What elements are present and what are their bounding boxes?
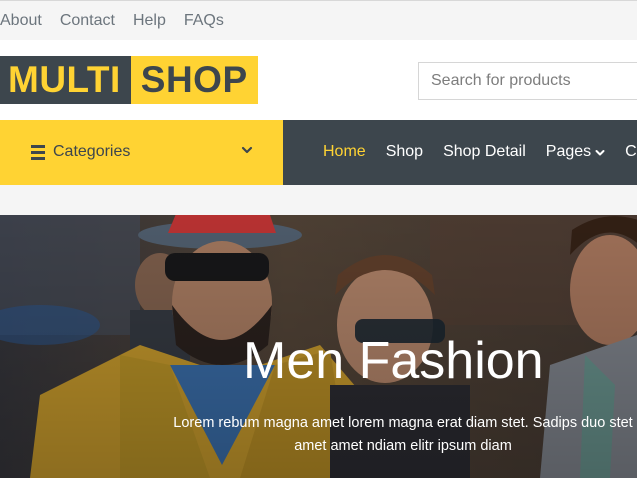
- logo-text-multi: MULTI: [0, 56, 131, 104]
- nav-home[interactable]: Home: [323, 142, 366, 162]
- menu-bars-icon: [31, 145, 45, 160]
- chevron-down-icon: [595, 149, 605, 155]
- nav-shop-detail-label: Shop Detail: [443, 143, 526, 160]
- page: About Contact Help FAQs MULTI SHOP Categ…: [0, 0, 637, 478]
- nav-pages-dropdown[interactable]: Pages: [546, 142, 605, 162]
- categories-button[interactable]: Categories: [0, 120, 283, 185]
- nav-home-label: Home: [323, 143, 366, 160]
- hero-carousel-slide[interactable]: Men Fashion Lorem rebum magna amet lorem…: [0, 215, 637, 478]
- search-input[interactable]: [418, 62, 637, 100]
- nav-shop[interactable]: Shop: [386, 142, 423, 162]
- chevron-down-icon: [241, 146, 253, 154]
- faqs-link[interactable]: FAQs: [184, 11, 224, 31]
- main-navbar: Categories Home Shop Shop Detail Pages C…: [0, 120, 637, 185]
- nav-pages-label: Pages: [545, 143, 592, 160]
- categories-label: Categories: [53, 143, 131, 160]
- top-links: About Contact Help FAQs: [0, 11, 242, 31]
- nav-shop-detail[interactable]: Shop Detail: [443, 142, 526, 162]
- nav-shop-label: Shop: [385, 143, 424, 160]
- nav-links: Home Shop Shop Detail Pages Co: [323, 142, 637, 162]
- hero-description: Lorem rebum magna amet lorem magna erat …: [173, 415, 633, 454]
- about-link[interactable]: About: [0, 11, 42, 31]
- top-bar: About Contact Help FAQs: [0, 0, 637, 40]
- logo-bar: MULTI SHOP: [0, 40, 637, 120]
- help-link[interactable]: Help: [133, 11, 166, 31]
- logo-text-shop: SHOP: [130, 56, 258, 104]
- nav-contact-label: Co: [625, 143, 637, 160]
- site-logo[interactable]: MULTI SHOP: [0, 56, 258, 104]
- contact-link[interactable]: Contact: [60, 11, 115, 31]
- nav-contact[interactable]: Co: [625, 142, 637, 162]
- hero-title: Men Fashion: [243, 332, 544, 390]
